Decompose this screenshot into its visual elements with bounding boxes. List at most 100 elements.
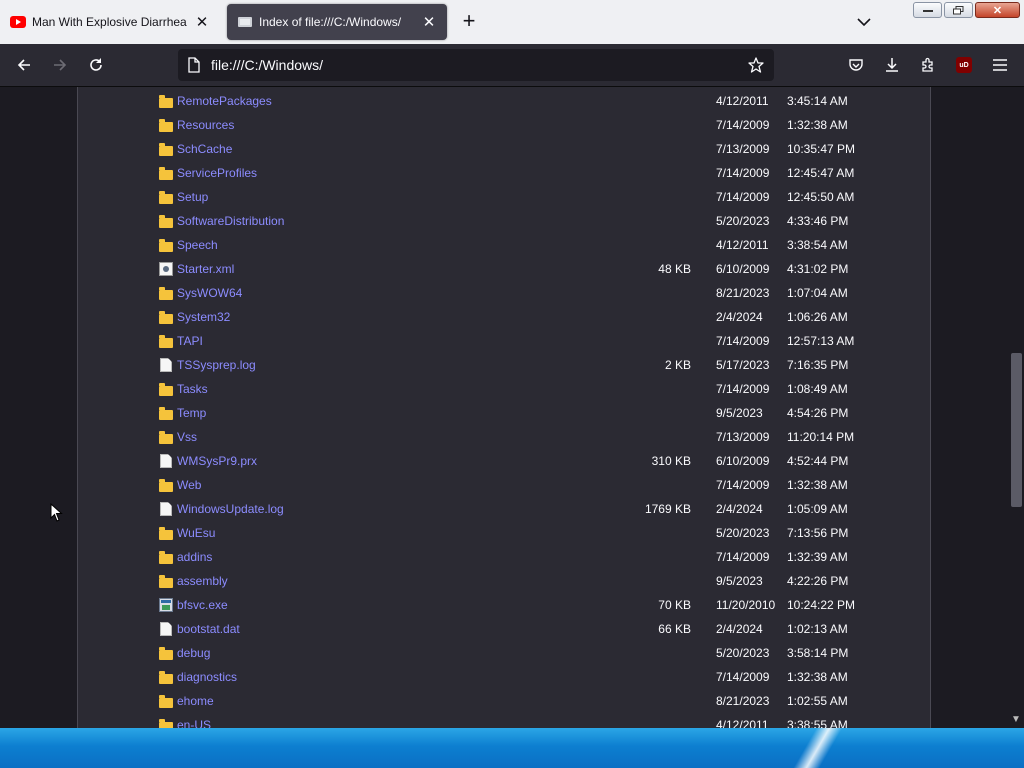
- entry-size: 1769 KB: [644, 502, 691, 516]
- entry-date: 6/10/2009: [716, 262, 770, 276]
- tab-title: Index of file:///C:/Windows/: [259, 15, 402, 29]
- file-icon: [160, 622, 172, 636]
- entry-name-link[interactable]: debug: [177, 646, 210, 660]
- entry-name-link[interactable]: RemotePackages: [177, 94, 272, 108]
- puzzle-icon: [922, 57, 933, 72]
- close-tab-icon[interactable]: ✕: [190, 10, 214, 34]
- entry-date: 7/14/2009: [716, 118, 770, 132]
- xml-file-icon: [159, 262, 173, 276]
- table-row: ehome 8/21/2023 1:02:55 AM: [78, 689, 930, 713]
- folder-icon: [159, 167, 173, 180]
- entry-time: 1:02:55 AM: [787, 694, 848, 708]
- table-row: SysWOW64 8/21/2023 1:07:04 AM: [78, 281, 930, 305]
- download-icon: [886, 58, 898, 72]
- entry-name-link[interactable]: addins: [177, 550, 212, 564]
- entry-name-link[interactable]: System32: [177, 310, 230, 324]
- table-row: System32 2/4/2024 1:06:26 AM: [78, 305, 930, 329]
- folder-icon: [159, 695, 173, 708]
- reload-icon: [90, 58, 102, 71]
- entry-date: 9/5/2023: [716, 574, 763, 588]
- entry-name-link[interactable]: bfsvc.exe: [177, 598, 228, 612]
- entry-name-link[interactable]: Resources: [177, 118, 234, 132]
- scrollbar-thumb[interactable]: [1011, 353, 1022, 507]
- scroll-down-arrow-icon[interactable]: ▼: [1010, 714, 1022, 726]
- entry-date: 9/5/2023: [716, 406, 763, 420]
- minimize-icon: [922, 10, 933, 12]
- entry-name-link[interactable]: diagnostics: [177, 670, 237, 684]
- entry-name-link[interactable]: Temp: [177, 406, 206, 420]
- url-text[interactable]: file:///C:/Windows/: [211, 57, 323, 73]
- file-icon: [160, 502, 172, 516]
- pocket-icon: [849, 59, 863, 71]
- entry-name-link[interactable]: Tasks: [177, 382, 208, 396]
- navigation-toolbar: file:///C:/Windows/ uD: [0, 44, 1024, 87]
- entry-name-link[interactable]: SchCache: [177, 142, 232, 156]
- reload-button[interactable]: [82, 51, 110, 79]
- entry-name-link[interactable]: WindowsUpdate.log: [177, 502, 284, 516]
- extensions-button[interactable]: [914, 51, 942, 79]
- restore-button[interactable]: [944, 2, 973, 18]
- entry-date: 5/20/2023: [716, 214, 770, 228]
- entry-name-link[interactable]: WMSysPr9.prx: [177, 454, 257, 468]
- table-row: bfsvc.exe 70 KB 11/20/2010 10:24:22 PM: [78, 593, 930, 617]
- entry-time: 3:38:55 AM: [787, 718, 848, 728]
- entry-name-link[interactable]: assembly: [177, 574, 228, 588]
- back-button[interactable]: [10, 51, 38, 79]
- entry-time: 11:20:14 PM: [787, 430, 855, 444]
- entry-name-link[interactable]: Setup: [177, 190, 208, 204]
- list-all-tabs-button[interactable]: [852, 10, 876, 34]
- entry-time: 3:58:14 PM: [787, 646, 849, 660]
- folder-icon: [159, 671, 173, 684]
- forward-button[interactable]: [46, 51, 74, 79]
- table-row: Temp 9/5/2023 4:54:26 PM: [78, 401, 930, 425]
- entry-time: 4:33:46 PM: [787, 214, 849, 228]
- entry-date: 7/14/2009: [716, 670, 770, 684]
- entry-date: 4/12/2011: [716, 238, 769, 252]
- entry-name-link[interactable]: SoftwareDistribution: [177, 214, 284, 228]
- tab-youtube-video[interactable]: Man With Explosive Diarrhea M ✕: [0, 4, 220, 40]
- table-row: SoftwareDistribution 5/20/2023 4:33:46 PM: [78, 209, 930, 233]
- close-tab-icon[interactable]: ✕: [417, 10, 441, 34]
- entry-size: 48 KB: [658, 262, 691, 276]
- mouse-cursor-icon: [50, 503, 63, 522]
- entry-name-link[interactable]: WuEsu: [177, 526, 215, 540]
- entry-date: 7/14/2009: [716, 550, 770, 564]
- executable-icon: [159, 598, 173, 612]
- new-tab-button[interactable]: +: [456, 10, 482, 34]
- page-icon: [187, 57, 201, 76]
- entry-name-link[interactable]: Web: [177, 478, 201, 492]
- table-row: SchCache 7/13/2009 10:35:47 PM: [78, 137, 930, 161]
- entry-name-link[interactable]: Vss: [177, 430, 197, 444]
- app-menu-button[interactable]: [986, 51, 1014, 79]
- table-row: WMSysPr9.prx 310 KB 6/10/2009 4:52:44 PM: [78, 449, 930, 473]
- entry-name-link[interactable]: Speech: [177, 238, 218, 252]
- downloads-button[interactable]: [878, 51, 906, 79]
- entry-name-link[interactable]: TSSysprep.log: [177, 358, 256, 372]
- entry-name-link[interactable]: ehome: [177, 694, 214, 708]
- bookmark-star-icon[interactable]: [744, 53, 768, 77]
- entry-date: 7/14/2009: [716, 334, 770, 348]
- address-bar[interactable]: file:///C:/Windows/: [178, 49, 774, 81]
- entry-name-link[interactable]: TAPI: [177, 334, 203, 348]
- entry-date: 2/4/2024: [716, 310, 763, 324]
- entry-name-link[interactable]: Starter.xml: [177, 262, 234, 276]
- table-row: WindowsUpdate.log 1769 KB 2/4/2024 1:05:09 …: [78, 497, 930, 521]
- entry-time: 12:57:13 AM: [787, 334, 855, 348]
- entry-name-link[interactable]: SysWOW64: [177, 286, 242, 300]
- tab-index-of-windows[interactable]: Index of file:///C:/Windows/ ✕: [227, 4, 447, 40]
- vertical-scrollbar[interactable]: ▼: [1007, 87, 1024, 728]
- pocket-button[interactable]: [842, 51, 870, 79]
- entry-date: 4/12/2011: [716, 718, 769, 728]
- hamburger-menu-icon: [993, 59, 1007, 71]
- entry-date: 5/20/2023: [716, 646, 770, 660]
- table-row: diagnostics 7/14/2009 1:32:38 AM: [78, 665, 930, 689]
- table-row: en-US 4/12/2011 3:38:55 AM: [78, 713, 930, 728]
- entry-name-link[interactable]: en-US: [177, 718, 211, 728]
- directory-listing-panel: RemotePackages 4/12/2011 3:45:14 AM Resourc…: [77, 87, 931, 728]
- entry-name-link[interactable]: bootstat.dat: [177, 622, 240, 636]
- ublock-origin-button[interactable]: uD: [950, 51, 978, 79]
- minimize-button[interactable]: [913, 2, 942, 18]
- close-window-button[interactable]: ✕: [975, 2, 1020, 18]
- entry-name-link[interactable]: ServiceProfiles: [177, 166, 257, 180]
- table-row: TAPI 7/14/2009 12:57:13 AM: [78, 329, 930, 353]
